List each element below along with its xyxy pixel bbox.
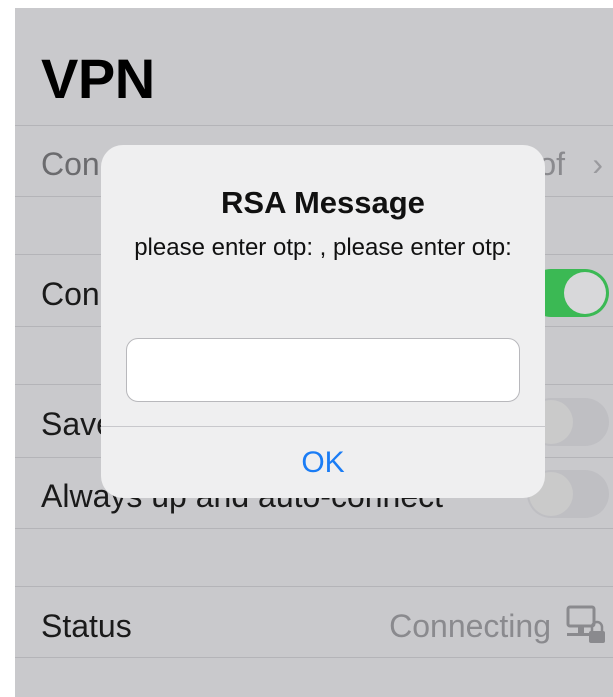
divider — [15, 125, 613, 126]
connect-row-label: Con — [41, 276, 100, 312]
ok-button[interactable]: OK — [101, 427, 545, 498]
dialog-title: RSA Message — [221, 185, 425, 220]
status-value: Connecting — [389, 608, 551, 644]
divider — [15, 528, 613, 529]
rsa-message-dialog: RSA Message please enter otp: , please e… — [101, 145, 545, 498]
toggle-knob — [564, 272, 606, 314]
otp-input[interactable] — [126, 338, 520, 402]
status-row-label: Status — [41, 608, 132, 644]
network-lock-icon — [566, 605, 605, 643]
divider — [15, 586, 613, 587]
connection-row-label[interactable]: Con — [41, 146, 100, 183]
divider — [15, 657, 613, 658]
dialog-message: please enter otp: , please enter otp: — [134, 234, 512, 261]
chevron-right-icon: › — [592, 146, 603, 182]
page-title: VPN — [41, 47, 155, 110]
